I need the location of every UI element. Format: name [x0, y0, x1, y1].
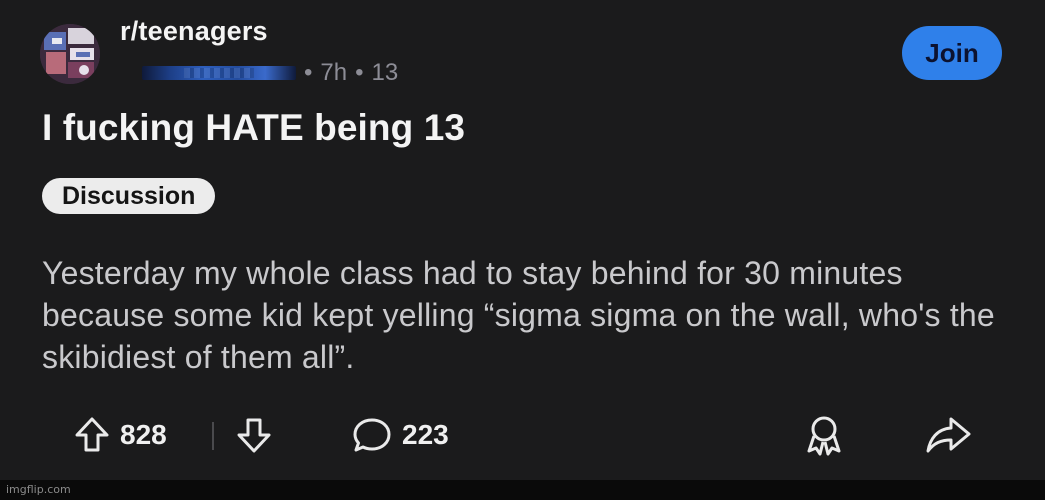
meta-separator: • — [304, 59, 313, 86]
speech-bubble-icon — [353, 418, 391, 452]
comment-group[interactable]: 223 — [352, 410, 449, 460]
subreddit-name[interactable]: r/teenagers — [120, 16, 268, 47]
watermark-text: imgflip.com — [6, 483, 71, 496]
flair-chip[interactable]: Discussion — [42, 178, 216, 214]
award-button[interactable] — [804, 410, 844, 460]
action-bar: 828 223 — [0, 410, 1045, 460]
watermark-bar — [0, 480, 1045, 500]
subreddit-avatar[interactable] — [40, 24, 100, 84]
arrow-up-icon[interactable] — [74, 416, 110, 454]
post-title[interactable]: I fucking HATE being 13 — [42, 107, 465, 149]
award-ribbon-icon — [807, 416, 841, 456]
post-card: r/teenagers • 7h • 13 Join I fucking HAT… — [0, 0, 1045, 480]
upvote-group: 828 — [74, 410, 167, 460]
avatar-image — [40, 24, 100, 84]
post-age: 7h — [320, 59, 348, 86]
share-arrow-icon — [926, 417, 971, 453]
post-meta: • 7h • 13 — [142, 59, 399, 86]
meta-separator: • — [355, 59, 364, 86]
share-button[interactable] — [924, 410, 972, 460]
join-button[interactable]: Join — [902, 26, 1002, 80]
upvote-count: 828 — [120, 419, 167, 450]
downvote-group — [236, 410, 272, 460]
vote-divider — [212, 422, 214, 450]
arrow-down-icon[interactable] — [236, 416, 272, 454]
post-body: Yesterday my whole class had to stay beh… — [42, 255, 995, 375]
post-extra: 13 — [371, 59, 399, 86]
user-flair-strip — [142, 66, 296, 80]
comment-count: 223 — [402, 419, 449, 450]
